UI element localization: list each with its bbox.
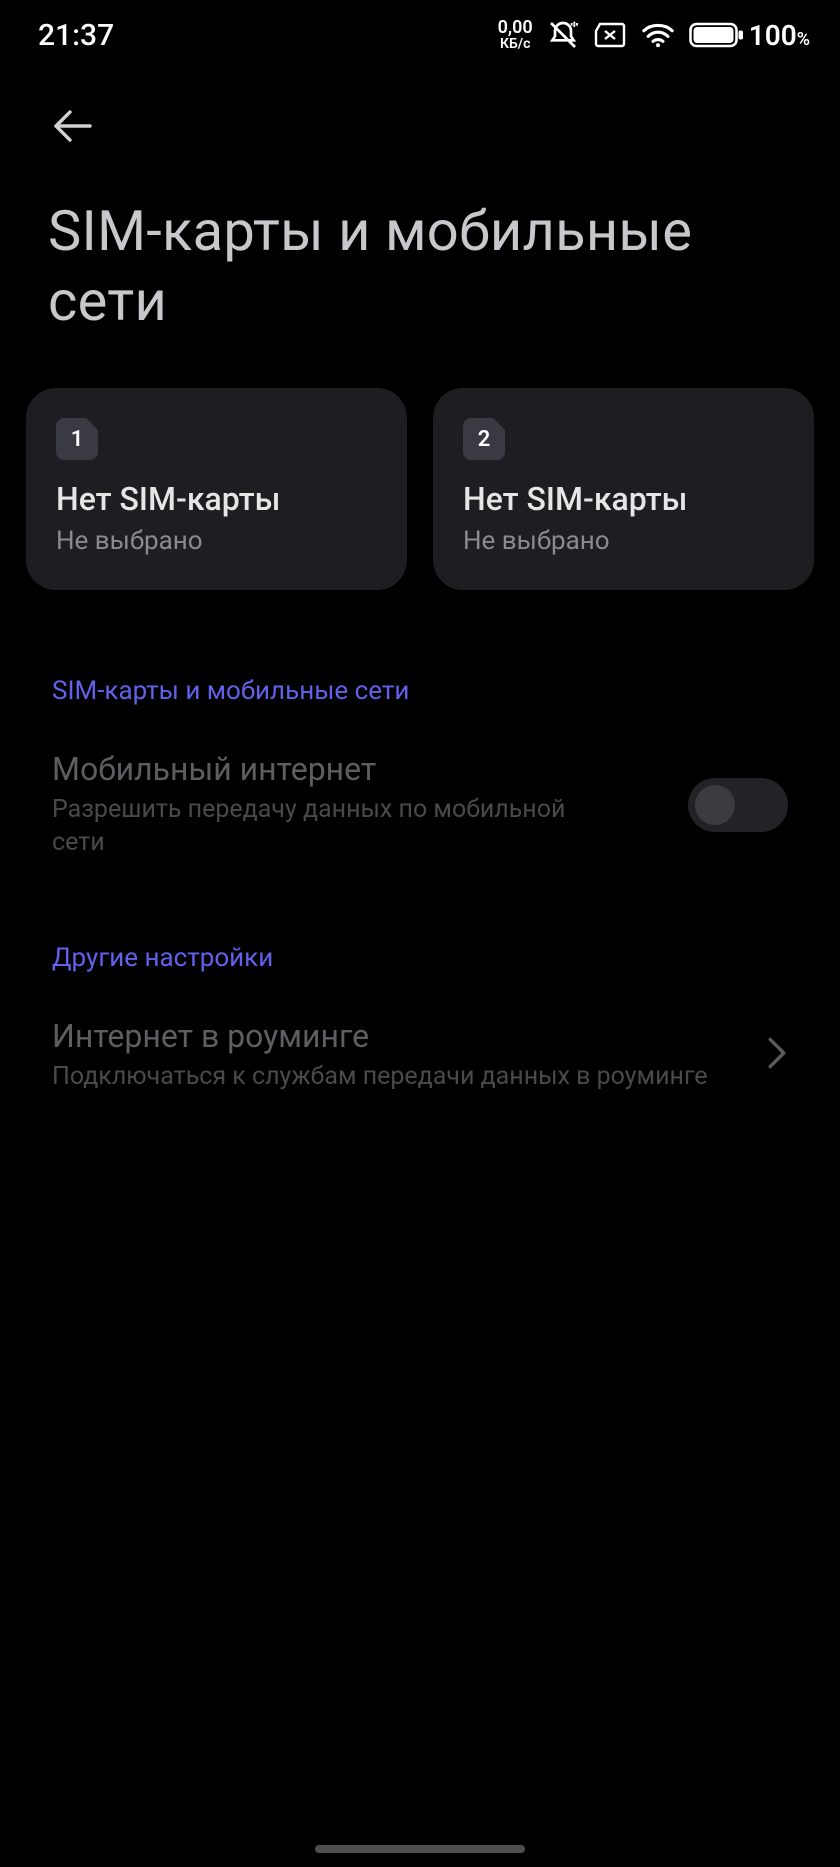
sim-card-subtitle: Не выбрано [463,526,784,556]
sim-cards-row: 1 Нет SIM-карты Не выбрано 2 Нет SIM-кар… [0,336,840,590]
section-header-other: Другие настройки [52,943,788,973]
back-button[interactable] [42,96,102,156]
dnd-icon [547,19,579,51]
sim-card-subtitle: Не выбрано [56,526,377,556]
mobile-data-row[interactable]: Мобильный интернет Разрешить передачу да… [52,744,788,865]
sim-card-1[interactable]: 1 Нет SIM-карты Не выбрано [26,388,407,590]
battery: 100% [689,19,810,52]
home-indicator[interactable] [315,1845,525,1853]
sim-card-title: Нет SIM-карты [463,480,784,518]
mobile-data-toggle[interactable] [688,778,788,832]
network-speed: 0,00 КБ/с [498,19,533,51]
mobile-data-title: Мобильный интернет [52,750,668,788]
chevron-right-icon [766,1036,788,1074]
section-header-sim-networks: SIM-карты и мобильные сети [52,676,788,706]
network-speed-unit: КБ/с [500,37,530,51]
sim-badge-icon: 1 [56,418,98,460]
roaming-row[interactable]: Интернет в роуминге Подключаться к служб… [52,1011,788,1100]
sim-card-title: Нет SIM-карты [56,480,377,518]
no-sim-icon [593,21,627,49]
roaming-title: Интернет в роуминге [52,1017,746,1055]
roaming-subtitle: Подключаться к службам передачи данных в… [52,1061,746,1094]
page-title: SIM-карты и мобильные сети [0,156,840,336]
status-bar: 21:37 0,00 КБ/с [0,0,840,70]
sim-badge-icon: 2 [463,418,505,460]
network-speed-value: 0,00 [498,19,533,37]
status-right: 0,00 КБ/с 1 [498,19,810,52]
toggle-knob [695,785,735,825]
sim-card-2[interactable]: 2 Нет SIM-карты Не выбрано [433,388,814,590]
status-time: 21:37 [38,18,114,53]
arrow-left-icon [48,102,96,150]
wifi-icon [641,22,675,48]
battery-percent: 100% [749,19,810,52]
mobile-data-subtitle: Разрешить передачу данных по мобильной с… [52,794,612,859]
